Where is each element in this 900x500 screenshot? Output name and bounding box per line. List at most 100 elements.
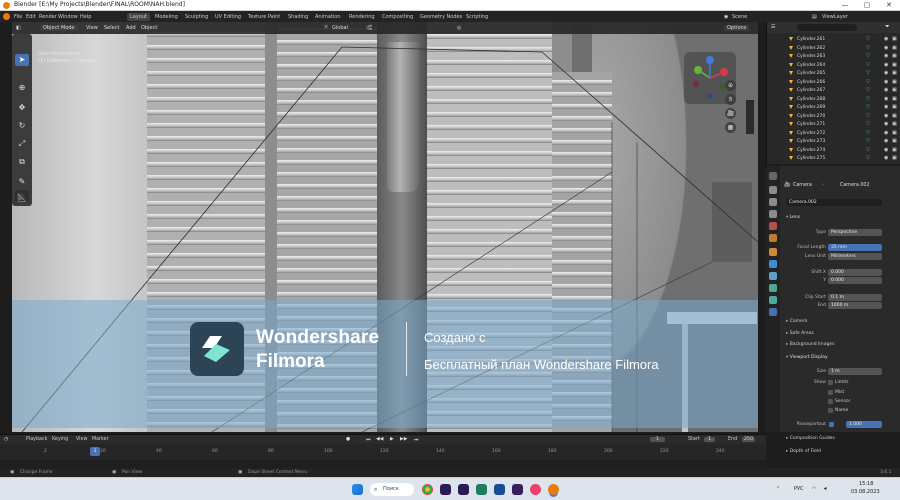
outliner-row[interactable]: Cylinder.269 ▽ ◉ ▣: [767, 104, 900, 111]
workspace-tab-compositing[interactable]: Compositing: [382, 14, 413, 20]
lens-unit-dropdown[interactable]: Millimeters: [828, 253, 882, 260]
render-camera-icon[interactable]: ▣: [892, 104, 897, 110]
viewport-menu-select[interactable]: Select: [104, 25, 119, 31]
timeline-ruler[interactable]: 2 20 40 60 80 100 120 140 160 180 200 220 240 1: [0, 444, 766, 460]
vertex-group-icon[interactable]: ▽: [866, 155, 870, 161]
constraints-props-tab-icon[interactable]: [769, 296, 777, 304]
visibility-eye-icon[interactable]: ◉: [884, 45, 888, 51]
render-camera-icon[interactable]: ▣: [892, 62, 897, 68]
transform-orientation-dropdown[interactable]: Global: [332, 25, 348, 31]
annotate-tool-icon[interactable]: ✎: [15, 176, 29, 188]
render-camera-icon[interactable]: ▣: [892, 53, 897, 59]
render-camera-icon[interactable]: ▣: [892, 96, 897, 102]
record-icon[interactable]: ●: [346, 437, 350, 442]
composition-guides-subsection[interactable]: Composition Guides: [786, 436, 835, 441]
after-effects-icon[interactable]: [440, 484, 451, 495]
app-purple-icon[interactable]: [512, 484, 523, 495]
display-size-field[interactable]: 1 m: [828, 368, 882, 375]
outliner-row[interactable]: Cylinder.266 ▽ ◉ ▣: [767, 79, 900, 86]
tray-chevron-icon[interactable]: ⌃: [776, 486, 780, 492]
outliner-row[interactable]: Cylinder.268 ▽ ◉ ▣: [767, 96, 900, 103]
close-button[interactable]: ✕: [878, 0, 900, 11]
outliner-search-input[interactable]: [797, 24, 857, 31]
next-keyframe-icon[interactable]: ▶▶: [400, 437, 407, 442]
render-camera-icon[interactable]: ▣: [892, 130, 897, 136]
vertex-group-icon[interactable]: ▽: [866, 62, 870, 68]
camera-subsection[interactable]: Camera: [786, 319, 808, 324]
timeline-editor-icon[interactable]: ◷: [4, 437, 8, 442]
viewport-menu-object[interactable]: Object: [141, 25, 157, 31]
vertex-group-icon[interactable]: ▽: [866, 53, 870, 59]
viewport-display-section[interactable]: Viewport Display: [786, 355, 828, 360]
measure-tool-icon[interactable]: 📐︎: [15, 192, 29, 204]
render-props-tab-icon[interactable]: [769, 186, 777, 194]
object-mode-dropdown[interactable]: Object Mode: [40, 25, 78, 31]
physics-props-tab-icon[interactable]: [769, 284, 777, 292]
rotate-tool-icon[interactable]: ↻: [15, 120, 29, 132]
outliner-row[interactable]: Cylinder.272 ▽ ◉ ▣: [767, 130, 900, 137]
shift-x-field[interactable]: 0.000: [828, 269, 882, 276]
visibility-eye-icon[interactable]: ◉: [884, 96, 888, 102]
vertex-group-icon[interactable]: ▽: [866, 147, 870, 153]
scene-props-tab-icon[interactable]: [769, 222, 777, 230]
outliner-row[interactable]: Cylinder.265 ▽ ◉ ▣: [767, 70, 900, 77]
play-icon[interactable]: ▶: [390, 437, 394, 442]
safe-areas-subsection[interactable]: Safe Areas: [786, 331, 814, 336]
editor-type-icon[interactable]: ◧: [16, 25, 21, 31]
outliner-row[interactable]: Cylinder.274 ▽ ◉ ▣: [767, 147, 900, 154]
workspace-tab-uv-editing[interactable]: UV Editing: [215, 14, 241, 20]
outliner-row[interactable]: Cylinder.263 ▽ ◉ ▣: [767, 53, 900, 60]
output-props-tab-icon[interactable]: [769, 198, 777, 206]
visibility-eye-icon[interactable]: ◉: [884, 87, 888, 93]
outliner-row[interactable]: Cylinder.267 ▽ ◉ ▣: [767, 87, 900, 94]
render-camera-icon[interactable]: ▣: [892, 79, 897, 85]
maximize-button[interactable]: ▢: [856, 0, 878, 11]
windows-start-icon[interactable]: [352, 484, 363, 495]
tool-props-tab-icon[interactable]: [769, 172, 777, 180]
show-sensor-checkbox[interactable]: [828, 399, 833, 404]
vertex-group-icon[interactable]: ▽: [866, 96, 870, 102]
prev-keyframe-icon[interactable]: ◀◀: [376, 437, 383, 442]
scene-selector[interactable]: Scene: [732, 14, 747, 20]
visibility-eye-icon[interactable]: ◉: [884, 130, 888, 136]
render-camera-icon[interactable]: ▣: [892, 36, 897, 42]
perspective-toggle-icon[interactable]: ▦: [725, 122, 736, 133]
visibility-eye-icon[interactable]: ◉: [884, 121, 888, 127]
lens-type-dropdown[interactable]: Perspective: [828, 229, 882, 236]
focal-length-field[interactable]: 35 mm: [828, 244, 882, 251]
cursor-tool-icon[interactable]: ⊕: [15, 82, 29, 94]
render-camera-icon[interactable]: ▣: [892, 87, 897, 93]
render-camera-icon[interactable]: ▣: [892, 138, 897, 144]
outliner-row[interactable]: Cylinder.270 ▽ ◉ ▣: [767, 113, 900, 120]
workspace-tab-sculpting[interactable]: Sculpting: [185, 14, 208, 20]
visibility-eye-icon[interactable]: ◉: [884, 155, 888, 161]
workspace-tab-shading[interactable]: Shading: [288, 14, 308, 20]
workspace-tab-scripting[interactable]: Scripting: [466, 14, 488, 20]
end-frame-field[interactable]: 250: [742, 437, 756, 442]
select-tool-icon[interactable]: ➤: [15, 54, 29, 66]
vertex-group-icon[interactable]: ▽: [866, 36, 870, 42]
object-props-tab-icon[interactable]: [769, 248, 777, 256]
transform-tool-icon[interactable]: ⧉: [15, 156, 29, 168]
app-green-icon[interactable]: [476, 484, 487, 495]
outliner-row[interactable]: Cylinder.275 ▽ ◉ ▣: [767, 155, 900, 162]
world-props-tab-icon[interactable]: [769, 234, 777, 242]
clip-start-field[interactable]: 0.1 m: [828, 294, 882, 301]
app-pink-icon[interactable]: [530, 484, 541, 495]
outliner-filter-icon[interactable]: ⏷: [885, 23, 890, 31]
workspace-tab-animation[interactable]: Animation: [315, 14, 341, 20]
outliner-editor-icon[interactable]: ☰: [771, 24, 775, 30]
visibility-eye-icon[interactable]: ◉: [884, 36, 888, 42]
visibility-eye-icon[interactable]: ◉: [884, 62, 888, 68]
camera-data-name-field[interactable]: Camera.002: [786, 199, 882, 206]
view-layer-selector[interactable]: ViewLayer: [822, 14, 848, 20]
shift-y-field[interactable]: 0.000: [828, 277, 882, 284]
timeline-menu-keying[interactable]: Keying: [52, 437, 68, 442]
vertex-group-icon[interactable]: ▽: [866, 130, 870, 136]
taskbar-search[interactable]: ⌕ Поиск: [370, 483, 414, 496]
camera-view-icon[interactable]: 🎥︎: [725, 108, 736, 119]
menu-file[interactable]: File: [14, 14, 22, 20]
clip-end-field[interactable]: 1000 m: [828, 302, 882, 309]
particles-props-tab-icon[interactable]: [769, 272, 777, 280]
menu-window[interactable]: Window: [58, 14, 78, 20]
